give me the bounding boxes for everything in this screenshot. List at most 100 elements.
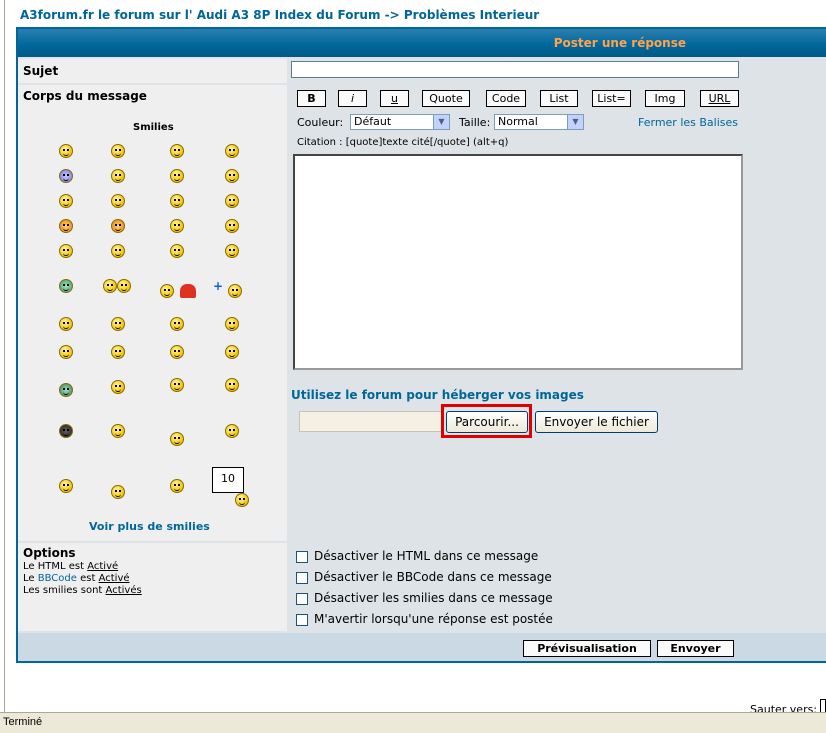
smiley-icon[interactable] (170, 479, 184, 493)
underline-button[interactable]: u (380, 90, 409, 107)
smiley-icon[interactable] (235, 493, 249, 507)
subject-input[interactable] (291, 61, 739, 78)
color-select[interactable]: Défaut ▼ (350, 114, 450, 130)
smiley-icon[interactable] (111, 144, 125, 158)
smiley-icon[interactable] (225, 144, 239, 158)
smiley-icon[interactable] (225, 345, 239, 359)
smilies-status: Les smilies sont Activés (23, 585, 142, 597)
window-left-edge (0, 0, 5, 712)
disable-bbcode-label: Désactiver le BBCode dans ce message (314, 570, 552, 584)
bbcode-help-link[interactable]: BBCode (38, 573, 77, 584)
body-label-cell (18, 85, 287, 541)
breadcrumb-separator: -> (384, 8, 400, 22)
smiley-icon[interactable] (170, 169, 184, 183)
html-status: Le HTML est Activé (23, 561, 142, 573)
smiley-icon[interactable] (59, 169, 73, 183)
disable-html-label: Désactiver le HTML dans ce message (314, 549, 539, 563)
breadcrumb-forum-link[interactable]: A3forum.fr le forum sur l' Audi A3 8P In… (20, 8, 380, 22)
ten-sign-icon[interactable]: 10 (212, 467, 244, 493)
smiley-icon[interactable] (111, 380, 125, 394)
chevron-down-icon: ▼ (433, 115, 449, 129)
plus-one-icon[interactable]: + (213, 279, 223, 293)
smiley-icon[interactable] (225, 219, 239, 233)
smiley-icon[interactable] (225, 424, 239, 438)
smiley-icon[interactable] (170, 317, 184, 331)
browser-status-bar: Terminé (0, 712, 826, 733)
smiley-icon[interactable] (170, 194, 184, 208)
smiley-icon[interactable] (225, 378, 239, 392)
bold-button[interactable]: B (297, 90, 326, 107)
smiley-icon[interactable] (111, 194, 125, 208)
fire-icon[interactable] (180, 284, 196, 298)
smiley-icon[interactable] (225, 244, 239, 258)
smiley-icon[interactable] (59, 279, 73, 293)
smiley-icon[interactable] (170, 345, 184, 359)
size-select-value: Normal (498, 115, 538, 128)
color-label: Couleur: (297, 116, 344, 129)
notify-checkbox[interactable] (296, 614, 308, 626)
close-tags-link[interactable]: Fermer les Balises (638, 116, 738, 129)
list-button[interactable]: List (540, 90, 578, 107)
highlight-box (441, 404, 532, 438)
img-button[interactable]: Img (645, 90, 685, 107)
smiley-icon[interactable] (59, 194, 73, 208)
list-numbered-button[interactable]: List= (592, 90, 631, 107)
message-textarea[interactable] (293, 154, 743, 370)
subject-label-cell (18, 59, 287, 83)
smiley-icon[interactable] (225, 169, 239, 183)
smiley-icon[interactable] (111, 424, 125, 438)
smiley-icon[interactable] (228, 284, 242, 298)
disable-smilies-checkbox[interactable] (296, 593, 308, 605)
smiley-icon[interactable] (59, 424, 73, 438)
smiley-icon[interactable] (111, 169, 125, 183)
body-label: Corps du message (23, 89, 147, 103)
upload-title: Utilisez le forum pour héberger vos imag… (291, 388, 584, 402)
smiley-icon[interactable] (111, 485, 125, 499)
italic-button[interactable]: i (338, 90, 367, 107)
smiley-icon[interactable] (111, 244, 125, 258)
file-path-input[interactable] (299, 411, 444, 432)
smiley-icon[interactable] (59, 479, 73, 493)
smiley-icon[interactable] (103, 279, 117, 293)
smiley-icon[interactable] (170, 432, 184, 446)
smiley-icon[interactable] (225, 317, 239, 331)
smiley-icon[interactable] (59, 317, 73, 331)
help-line: Citation : [quote]texte cité[/quote] (al… (297, 137, 509, 148)
smiley-icon[interactable] (170, 244, 184, 258)
smilies-status-value: Activés (105, 585, 142, 596)
smiley-icon[interactable] (59, 144, 73, 158)
smilies-status-text: Les smilies sont (23, 585, 103, 596)
smiley-icon[interactable] (59, 383, 73, 397)
send-file-button[interactable]: Envoyer le fichier (535, 411, 658, 433)
chevron-down-icon: ▼ (567, 115, 583, 129)
smiley-icon[interactable] (59, 244, 73, 258)
submit-button[interactable]: Envoyer (657, 640, 734, 657)
smiley-icon[interactable] (111, 345, 125, 359)
size-label: Taille: (459, 116, 491, 129)
html-status-text: Le HTML est (23, 561, 85, 572)
size-select[interactable]: Normal ▼ (494, 114, 584, 130)
smiley-icon[interactable] (160, 284, 174, 298)
quote-button[interactable]: Quote (422, 90, 470, 107)
smiley-icon[interactable] (59, 345, 73, 359)
disable-html-checkbox[interactable] (296, 551, 308, 563)
smiley-icon[interactable] (170, 144, 184, 158)
bbcode-status: Le BBCode est Activé (23, 573, 142, 585)
smilies-title: Smilies (133, 122, 174, 133)
smiley-icon[interactable] (111, 219, 125, 233)
code-button[interactable]: Code (486, 90, 526, 107)
jump-select[interactable] (820, 699, 826, 713)
breadcrumb: A3forum.fr le forum sur l' Audi A3 8P In… (20, 8, 539, 22)
breadcrumb-section-link[interactable]: Problèmes Interieur (404, 8, 539, 22)
smiley-icon[interactable] (170, 219, 184, 233)
smiley-icon[interactable] (117, 279, 131, 293)
more-smilies-link[interactable]: Voir plus de smilies (89, 520, 210, 533)
color-select-value: Défaut (354, 115, 392, 128)
smiley-icon[interactable] (59, 219, 73, 233)
smiley-icon[interactable] (111, 317, 125, 331)
smiley-icon[interactable] (170, 378, 184, 392)
disable-bbcode-checkbox[interactable] (296, 572, 308, 584)
preview-button[interactable]: Prévisualisation (523, 640, 651, 657)
url-button[interactable]: URL (700, 90, 739, 107)
smiley-icon[interactable] (225, 194, 239, 208)
